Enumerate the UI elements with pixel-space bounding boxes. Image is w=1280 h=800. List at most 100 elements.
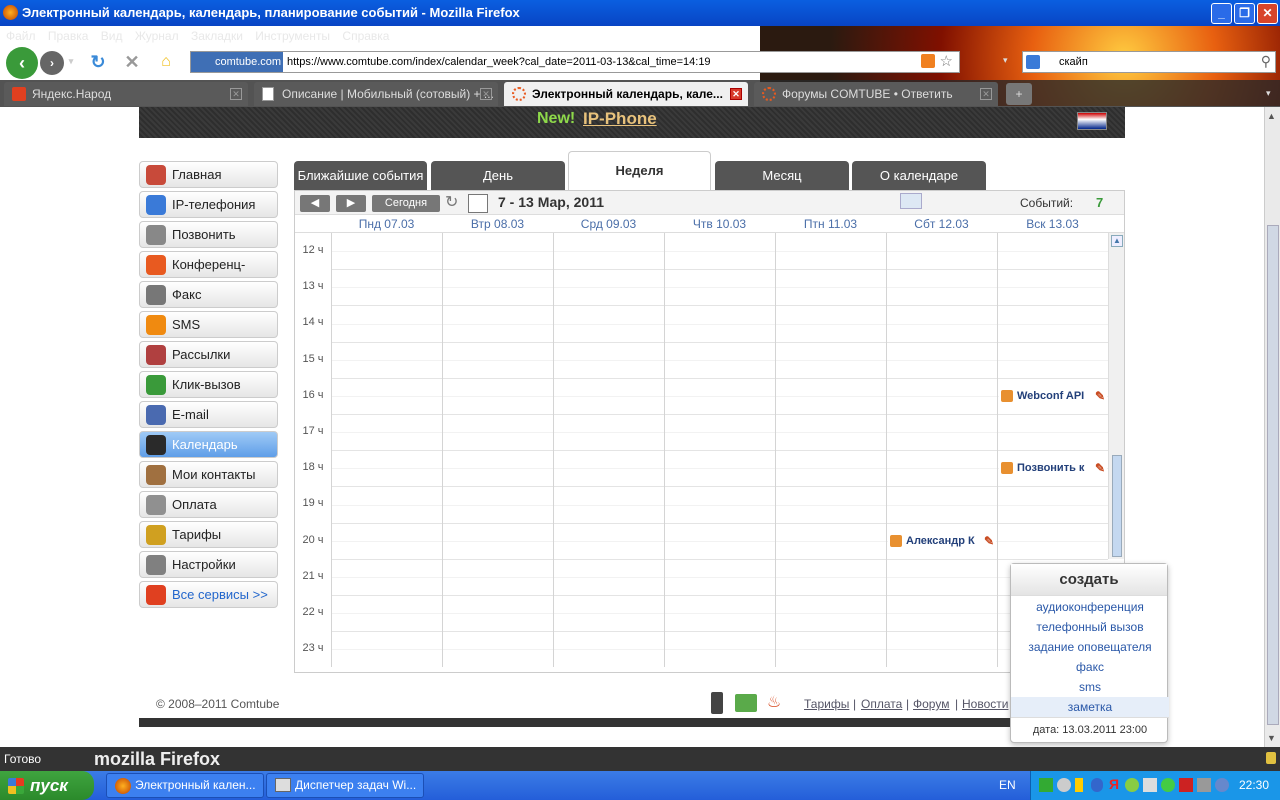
page-scroll-down-icon[interactable]: ▼ [1267,733,1276,743]
day-header[interactable]: Втр 08.03 [442,217,553,231]
briefcase-icon[interactable] [735,694,757,712]
banner-ip-phone-link[interactable]: IP-Phone [583,109,657,129]
tab-upcoming-events[interactable]: Ближайшие события [294,161,427,190]
address-bar[interactable]: comtube.com https://www.comtube.com/inde… [190,51,960,73]
scroll-up-icon[interactable]: ▲ [1111,235,1123,247]
yandex-tray-icon[interactable]: Я [1109,776,1119,792]
sidebar-item-payment[interactable]: Оплата [139,491,278,518]
calendar-scrollbar[interactable]: ▲ [1108,233,1124,559]
tab-yandex[interactable]: Яндекс.Народ ✕ [4,82,248,106]
language-indicator[interactable]: EN [999,778,1016,792]
sidebar-item-all-services[interactable]: Все сервисы >> [139,581,278,608]
sidebar-item-ip-telephony[interactable]: IP-телефония [139,191,278,218]
close-button[interactable]: ✕ [1257,3,1278,24]
sidebar-item-email[interactable]: E-mail [139,401,278,428]
maximize-button[interactable]: ❐ [1234,3,1255,24]
search-box[interactable]: скайп ⚲ [1022,51,1276,73]
google-icon[interactable] [1026,55,1040,69]
sidebar-item-conference[interactable]: Конференц-связь [139,251,278,297]
day-header[interactable]: Сбт 12.03 [886,217,997,231]
tray-app-icon[interactable] [1057,778,1071,792]
menu-history[interactable]: Журнал [135,29,179,43]
footer-news-link[interactable]: Новости [962,697,1008,711]
edit-event-icon[interactable]: ✎ [1095,460,1105,476]
back-icon[interactable]: ‹ [6,47,38,79]
history-dropdown-icon[interactable]: ▾ [66,56,76,68]
tab-list-icon[interactable]: ▾ [1266,88,1271,99]
stop-icon[interactable]: ✕ [122,52,142,72]
page-scroll-thumb[interactable] [1267,225,1279,725]
create-fax[interactable]: факс [1011,660,1169,674]
url-dropdown-icon[interactable]: ▾ [1003,55,1008,66]
create-audioconference[interactable]: аудиоконференция [1011,600,1169,614]
menu-help[interactable]: Справка [342,29,389,43]
rss-icon[interactable] [921,54,935,68]
promo-banner[interactable]: New! IP-Phone [139,107,1125,138]
mobile-phone-icon[interactable] [711,692,723,714]
sidebar-item-calendar[interactable]: Календарь [139,431,278,458]
sidebar-item-sms[interactable]: SMS [139,311,278,338]
sidebar-item-settings[interactable]: Настройки [139,551,278,578]
tray-app-icon[interactable] [1215,778,1229,792]
calendar-event[interactable]: Позвонить к ✎ [999,460,1107,477]
page-scrollbar[interactable]: ▲ ▼ [1264,107,1280,747]
bookmark-star-icon[interactable]: ☆ [940,52,953,70]
close-tab-icon[interactable]: ✕ [980,88,992,100]
today-button[interactable]: Сегодня [372,195,440,212]
tray-app-icon[interactable] [1039,778,1053,792]
forward-icon[interactable]: › [40,51,64,75]
sidebar-item-call[interactable]: Позвонить [139,221,278,248]
calendar-event[interactable]: Webconf API ✎ [999,387,1107,404]
home-icon[interactable]: ⌂ [156,52,176,72]
edit-event-icon[interactable]: ✎ [984,533,994,549]
close-tab-icon[interactable]: ✕ [730,88,742,100]
menu-tools[interactable]: Инструменты [255,29,330,43]
edit-event-icon[interactable]: ✎ [1095,388,1105,404]
refresh-icon[interactable]: ↻ [445,194,463,212]
network-icon[interactable] [1161,778,1175,792]
taskbar-task-manager[interactable]: Диспетчер задач Wi... [266,773,424,798]
prev-week-button[interactable]: ◀ [300,195,330,212]
calendar-event[interactable]: Александр К ✎ [888,532,996,549]
sidebar-item-tariffs[interactable]: Тарифы [139,521,278,548]
screen-icon[interactable] [900,193,922,209]
day-header[interactable]: Птн 11.03 [775,217,886,231]
taskbar-firefox[interactable]: Электронный кален... [106,773,264,798]
sidebar-item-click-call[interactable]: Клик-вызов [139,371,278,398]
tab-month[interactable]: Месяц [715,161,849,190]
search-input[interactable]: скайп [1059,56,1088,68]
close-tab-icon[interactable]: ✕ [230,88,242,100]
tab-week[interactable]: Неделя [568,151,711,191]
new-tab-icon[interactable]: + [1006,83,1032,105]
menu-edit[interactable]: Правка [48,29,89,43]
tab-calendar[interactable]: Электронный календарь, кале... ✕ [504,82,748,106]
start-button[interactable]: пуск [0,771,94,800]
footer-tariffs-link[interactable]: Тарифы [804,697,849,711]
tray-app-icon[interactable] [1125,778,1139,792]
footer-forum-link[interactable]: Форум [913,697,949,711]
day-header[interactable]: Вск 13.03 [997,217,1108,231]
page-scroll-up-icon[interactable]: ▲ [1267,111,1276,121]
java-icon[interactable]: ♨ [764,692,784,714]
footer-payment-link[interactable]: Оплата [861,697,902,711]
calendar-picker-icon[interactable] [468,194,488,213]
volume-icon[interactable] [1143,778,1157,792]
next-week-button[interactable]: ▶ [336,195,366,212]
uk-flag-icon[interactable] [1077,112,1107,130]
menu-view[interactable]: Вид [101,29,123,43]
create-phone-call[interactable]: телефонный вызов [1011,620,1169,634]
day-header[interactable]: Чтв 10.03 [664,217,775,231]
bluetooth-icon[interactable] [1091,778,1103,792]
scroll-thumb[interactable] [1112,455,1122,557]
display-icon[interactable] [1197,778,1211,792]
site-identity[interactable]: comtube.com [191,52,283,72]
sidebar-item-home[interactable]: Главная [139,161,278,188]
sidebar-item-mailings[interactable]: Рассылки [139,341,278,368]
create-sms[interactable]: sms [1011,680,1169,694]
create-note[interactable]: заметка [1011,697,1169,717]
reload-icon[interactable]: ↻ [88,52,108,72]
menu-file[interactable]: Файл [6,29,36,43]
day-header[interactable]: Срд 09.03 [553,217,664,231]
create-notifier-task[interactable]: задание оповещателя [1011,640,1169,654]
tab-day[interactable]: День [431,161,565,190]
